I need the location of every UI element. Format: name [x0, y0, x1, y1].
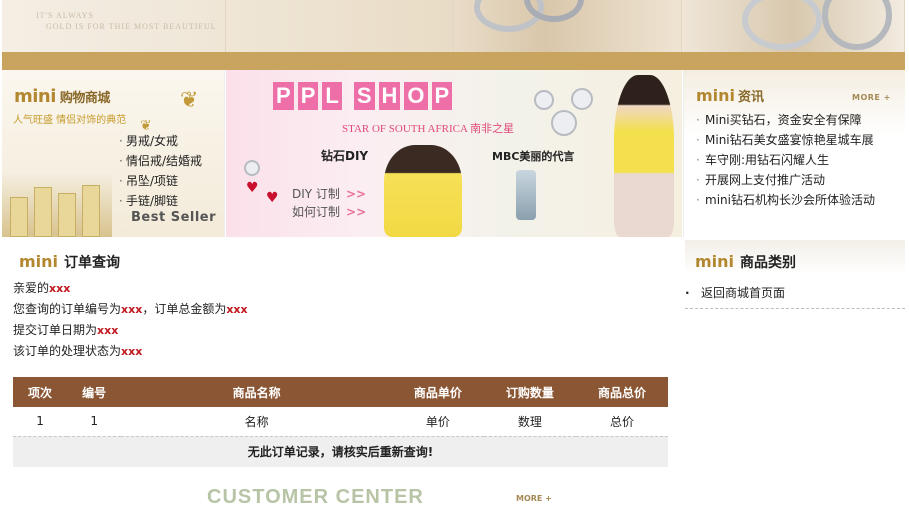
earring-icon	[571, 88, 593, 110]
order-number-line: 您查询的订单编号为xxx，订单总金额为xxx	[13, 302, 248, 316]
nav-bar	[2, 52, 905, 70]
shop-category-link[interactable]: 男戒/女戒	[119, 131, 202, 151]
order-date-line: 提交订单日期为xxx	[13, 323, 119, 337]
star-of-south-africa: STAR OF SOUTH AFRICA 南非之星	[342, 123, 515, 135]
heart-icon: ♥	[246, 180, 259, 196]
heart-icon: ♥	[266, 190, 279, 206]
category-section: mini商品类别 返回商城首页面	[685, 240, 905, 310]
banner-tagline-panel: IT'S ALWAYS GOLD IS FOR THIE MOST BEAUTI…	[2, 0, 226, 52]
store-image	[2, 170, 112, 237]
model-image	[384, 145, 462, 237]
table-cell: 数理	[483, 407, 576, 437]
table-cell: 总价	[575, 407, 668, 437]
col-header: 商品总价	[575, 377, 668, 407]
customer-center-more-link[interactable]: MORE +	[516, 494, 552, 503]
model-image	[614, 75, 674, 237]
ppl-shop-title: P P L S H O P	[273, 82, 453, 110]
butterfly-icon: ❦	[180, 88, 199, 113]
shop-title: 购物商城	[59, 91, 111, 106]
earring-icon	[551, 110, 577, 136]
news-item[interactable]: mini钻石机构长沙会所体验活动	[696, 190, 875, 210]
shop-category-list: 男戒/女戒 情侣戒/结婚戒 吊坠/项链 手链/脚链	[119, 131, 202, 211]
empty-message-row: 无此订单记录，请核实后重新查询!	[13, 436, 668, 467]
news-item[interactable]: Mini买钻石，资金安全有保障	[696, 110, 875, 130]
order-query-section: mini 订单查询 亲爱的xxx 您查询的订单编号为xxx，订单总金额为xxx 提…	[2, 240, 682, 508]
col-header: 编号	[67, 377, 122, 407]
col-header: 商品单价	[391, 377, 484, 407]
back-to-shop-home-link[interactable]: 返回商城首页面	[685, 285, 905, 309]
mbc-label: MBC美丽的代言	[492, 150, 575, 163]
news-title: 资讯	[738, 90, 765, 105]
shop-category-link[interactable]: 吊坠/项链	[119, 171, 202, 191]
earring-icon	[244, 160, 260, 176]
customer-center-heading: CUSTOMER CENTER	[207, 486, 424, 508]
category-heading: mini 商品类别	[695, 252, 797, 271]
category-list: 返回商城首页面	[685, 285, 905, 309]
order-table-header: 项次 编号 商品名称 商品单价 订购数量 商品总价	[13, 377, 668, 407]
banner-panel-2	[226, 0, 454, 52]
order-greeting: 亲爱的xxx	[13, 281, 71, 295]
news-list: Mini买钻石，资金安全有保障 Mini钻石美女盛宴惊艳星城车展 车守刚:用钻石…	[696, 110, 875, 210]
news-logo: mini 资讯	[696, 86, 765, 105]
banner-tagline-2: GOLD IS FOR THIE MOST BEAUTIFUL	[46, 22, 217, 31]
shop-category-link[interactable]: 情侣戒/结婚戒	[119, 151, 202, 171]
col-header: 商品名称	[121, 377, 392, 407]
shop-promo-box: mini购物商城 ❦ ❦ 人气旺盛 情侣对饰的典范 男戒/女戒 情侣戒/结婚戒 …	[2, 70, 225, 237]
order-info: 亲爱的xxx 您查询的订单编号为xxx，订单总金额为xxx 提交订单日期为xxx…	[13, 278, 248, 362]
earring-icon	[534, 90, 554, 110]
news-item[interactable]: 车守刚:用钻石闪耀人生	[696, 150, 875, 170]
how-to-order-link[interactable]: 如何订制 >>	[292, 203, 366, 220]
table-row: 1 1 名称 单价 数理 总价	[13, 407, 668, 437]
table-cell: 1	[13, 407, 68, 437]
ring-icon	[742, 0, 822, 50]
table-cell: 名称	[121, 407, 392, 437]
order-table: 项次 编号 商品名称 商品单价 订购数量 商品总价 1 1 名称 单价 数理 总…	[13, 377, 668, 467]
diamond-diy-label: 钻石DIY	[321, 149, 369, 163]
banner-ring-image-2	[682, 0, 905, 52]
col-header: 订购数量	[483, 377, 576, 407]
news-box: mini资讯 MORE + Mini买钻石，资金安全有保障 Mini钻石美女盛宴…	[683, 70, 905, 237]
empty-message: 无此订单记录，请核实后重新查询!	[13, 436, 668, 467]
display-stand-image	[516, 170, 536, 220]
diy-link[interactable]: DIY 订制 >>	[292, 185, 366, 202]
top-banner: IT'S ALWAYS GOLD IS FOR THIE MOST BEAUTI…	[2, 0, 905, 52]
best-seller-label: Best Seller	[131, 210, 217, 225]
news-item[interactable]: 开展网上支付推广活动	[696, 170, 875, 190]
shop-slogan: 人气旺盛 情侣对饰的典范	[13, 115, 127, 126]
ring-icon	[822, 0, 892, 50]
banner-ring-image-1	[454, 0, 682, 52]
order-query-heading: mini 订单查询	[19, 252, 121, 271]
table-cell: 1	[67, 407, 122, 437]
shop-logo: mini 购物商城	[14, 86, 110, 107]
col-header: 项次	[13, 377, 68, 407]
ppl-shop-banner[interactable]: P P L S H O P STAR OF SOUTH AFRICA 南非之星 …	[226, 70, 682, 237]
table-cell: 单价	[391, 407, 484, 437]
news-more-link[interactable]: MORE +	[852, 93, 891, 102]
news-item[interactable]: Mini钻石美女盛宴惊艳星城车展	[696, 130, 875, 150]
banner-tagline-1: IT'S ALWAYS	[36, 11, 95, 20]
order-status-line: 该订单的处理状态为xxx	[13, 344, 143, 358]
shop-category-link[interactable]: 手链/脚链	[119, 191, 202, 211]
